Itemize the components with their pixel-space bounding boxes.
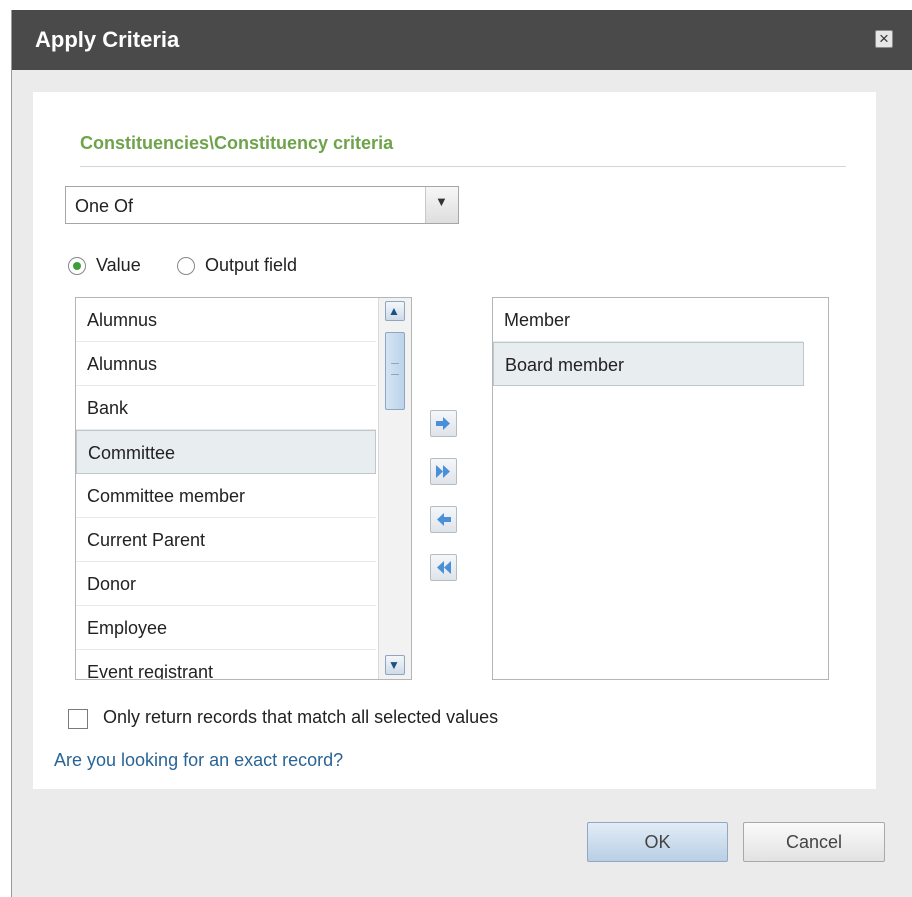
vertical-scrollbar[interactable]: ▲ ▼ xyxy=(378,298,411,679)
remove-selected-button[interactable] xyxy=(430,506,457,533)
operator-selected-value: One Of xyxy=(75,196,134,216)
criteria-panel: Constituencies\Constituency criteria One… xyxy=(33,92,876,789)
remove-all-button[interactable] xyxy=(430,554,457,581)
value-radio-label[interactable]: Value xyxy=(96,255,141,276)
arrow-right-icon xyxy=(436,417,450,430)
scroll-up-button[interactable]: ▲ xyxy=(385,301,405,321)
selected-values-list[interactable]: Member Board member xyxy=(492,297,829,680)
available-values-list[interactable]: Alumnus Alumnus Bank Committee Committee… xyxy=(75,297,412,680)
value-radio[interactable] xyxy=(68,257,86,275)
exact-record-link[interactable]: Are you looking for an exact record? xyxy=(54,750,343,771)
dialog-title: Apply Criteria xyxy=(35,27,180,52)
add-all-button[interactable] xyxy=(430,458,457,485)
output-field-radio[interactable] xyxy=(177,257,195,275)
chevron-down-icon: ▼ xyxy=(388,658,400,672)
list-item-selected[interactable]: Board member xyxy=(493,342,804,386)
title-bar: Apply Criteria × xyxy=(12,10,912,70)
double-arrow-left-icon xyxy=(437,561,451,574)
close-button[interactable]: × xyxy=(875,29,893,48)
chevron-down-icon: ▼ xyxy=(435,194,448,209)
operator-dropdown[interactable]: One Of ▼ xyxy=(65,186,459,224)
section-title: Constituencies\Constituency criteria xyxy=(80,133,394,153)
scroll-thumb[interactable] xyxy=(385,332,405,410)
list-item[interactable]: Member xyxy=(493,298,803,342)
grip-icon xyxy=(391,363,399,375)
list-item[interactable]: Employee xyxy=(76,606,376,650)
double-arrow-right-icon xyxy=(436,465,450,478)
output-field-radio-label[interactable]: Output field xyxy=(205,255,297,276)
list-item[interactable]: Event registrant xyxy=(76,650,376,679)
list-item[interactable]: Current Parent xyxy=(76,518,376,562)
list-item[interactable]: Bank xyxy=(76,386,376,430)
match-all-checkbox[interactable] xyxy=(68,709,88,729)
section-divider xyxy=(80,166,846,167)
arrow-left-icon xyxy=(437,513,451,526)
add-selected-button[interactable] xyxy=(430,410,457,437)
close-icon: × xyxy=(879,29,889,48)
chevron-up-icon: ▲ xyxy=(388,304,400,318)
cancel-button[interactable]: Cancel xyxy=(743,822,885,862)
list-item[interactable]: Alumnus xyxy=(76,342,376,386)
dropdown-toggle[interactable]: ▼ xyxy=(425,187,458,223)
list-item[interactable]: Donor xyxy=(76,562,376,606)
list-item[interactable]: Committee member xyxy=(76,474,376,518)
scroll-down-button[interactable]: ▼ xyxy=(385,655,405,675)
list-item-selected[interactable]: Committee xyxy=(76,430,376,474)
ok-button[interactable]: OK xyxy=(587,822,728,862)
match-all-label[interactable]: Only return records that match all selec… xyxy=(103,707,498,728)
list-item[interactable]: Alumnus xyxy=(76,298,376,342)
